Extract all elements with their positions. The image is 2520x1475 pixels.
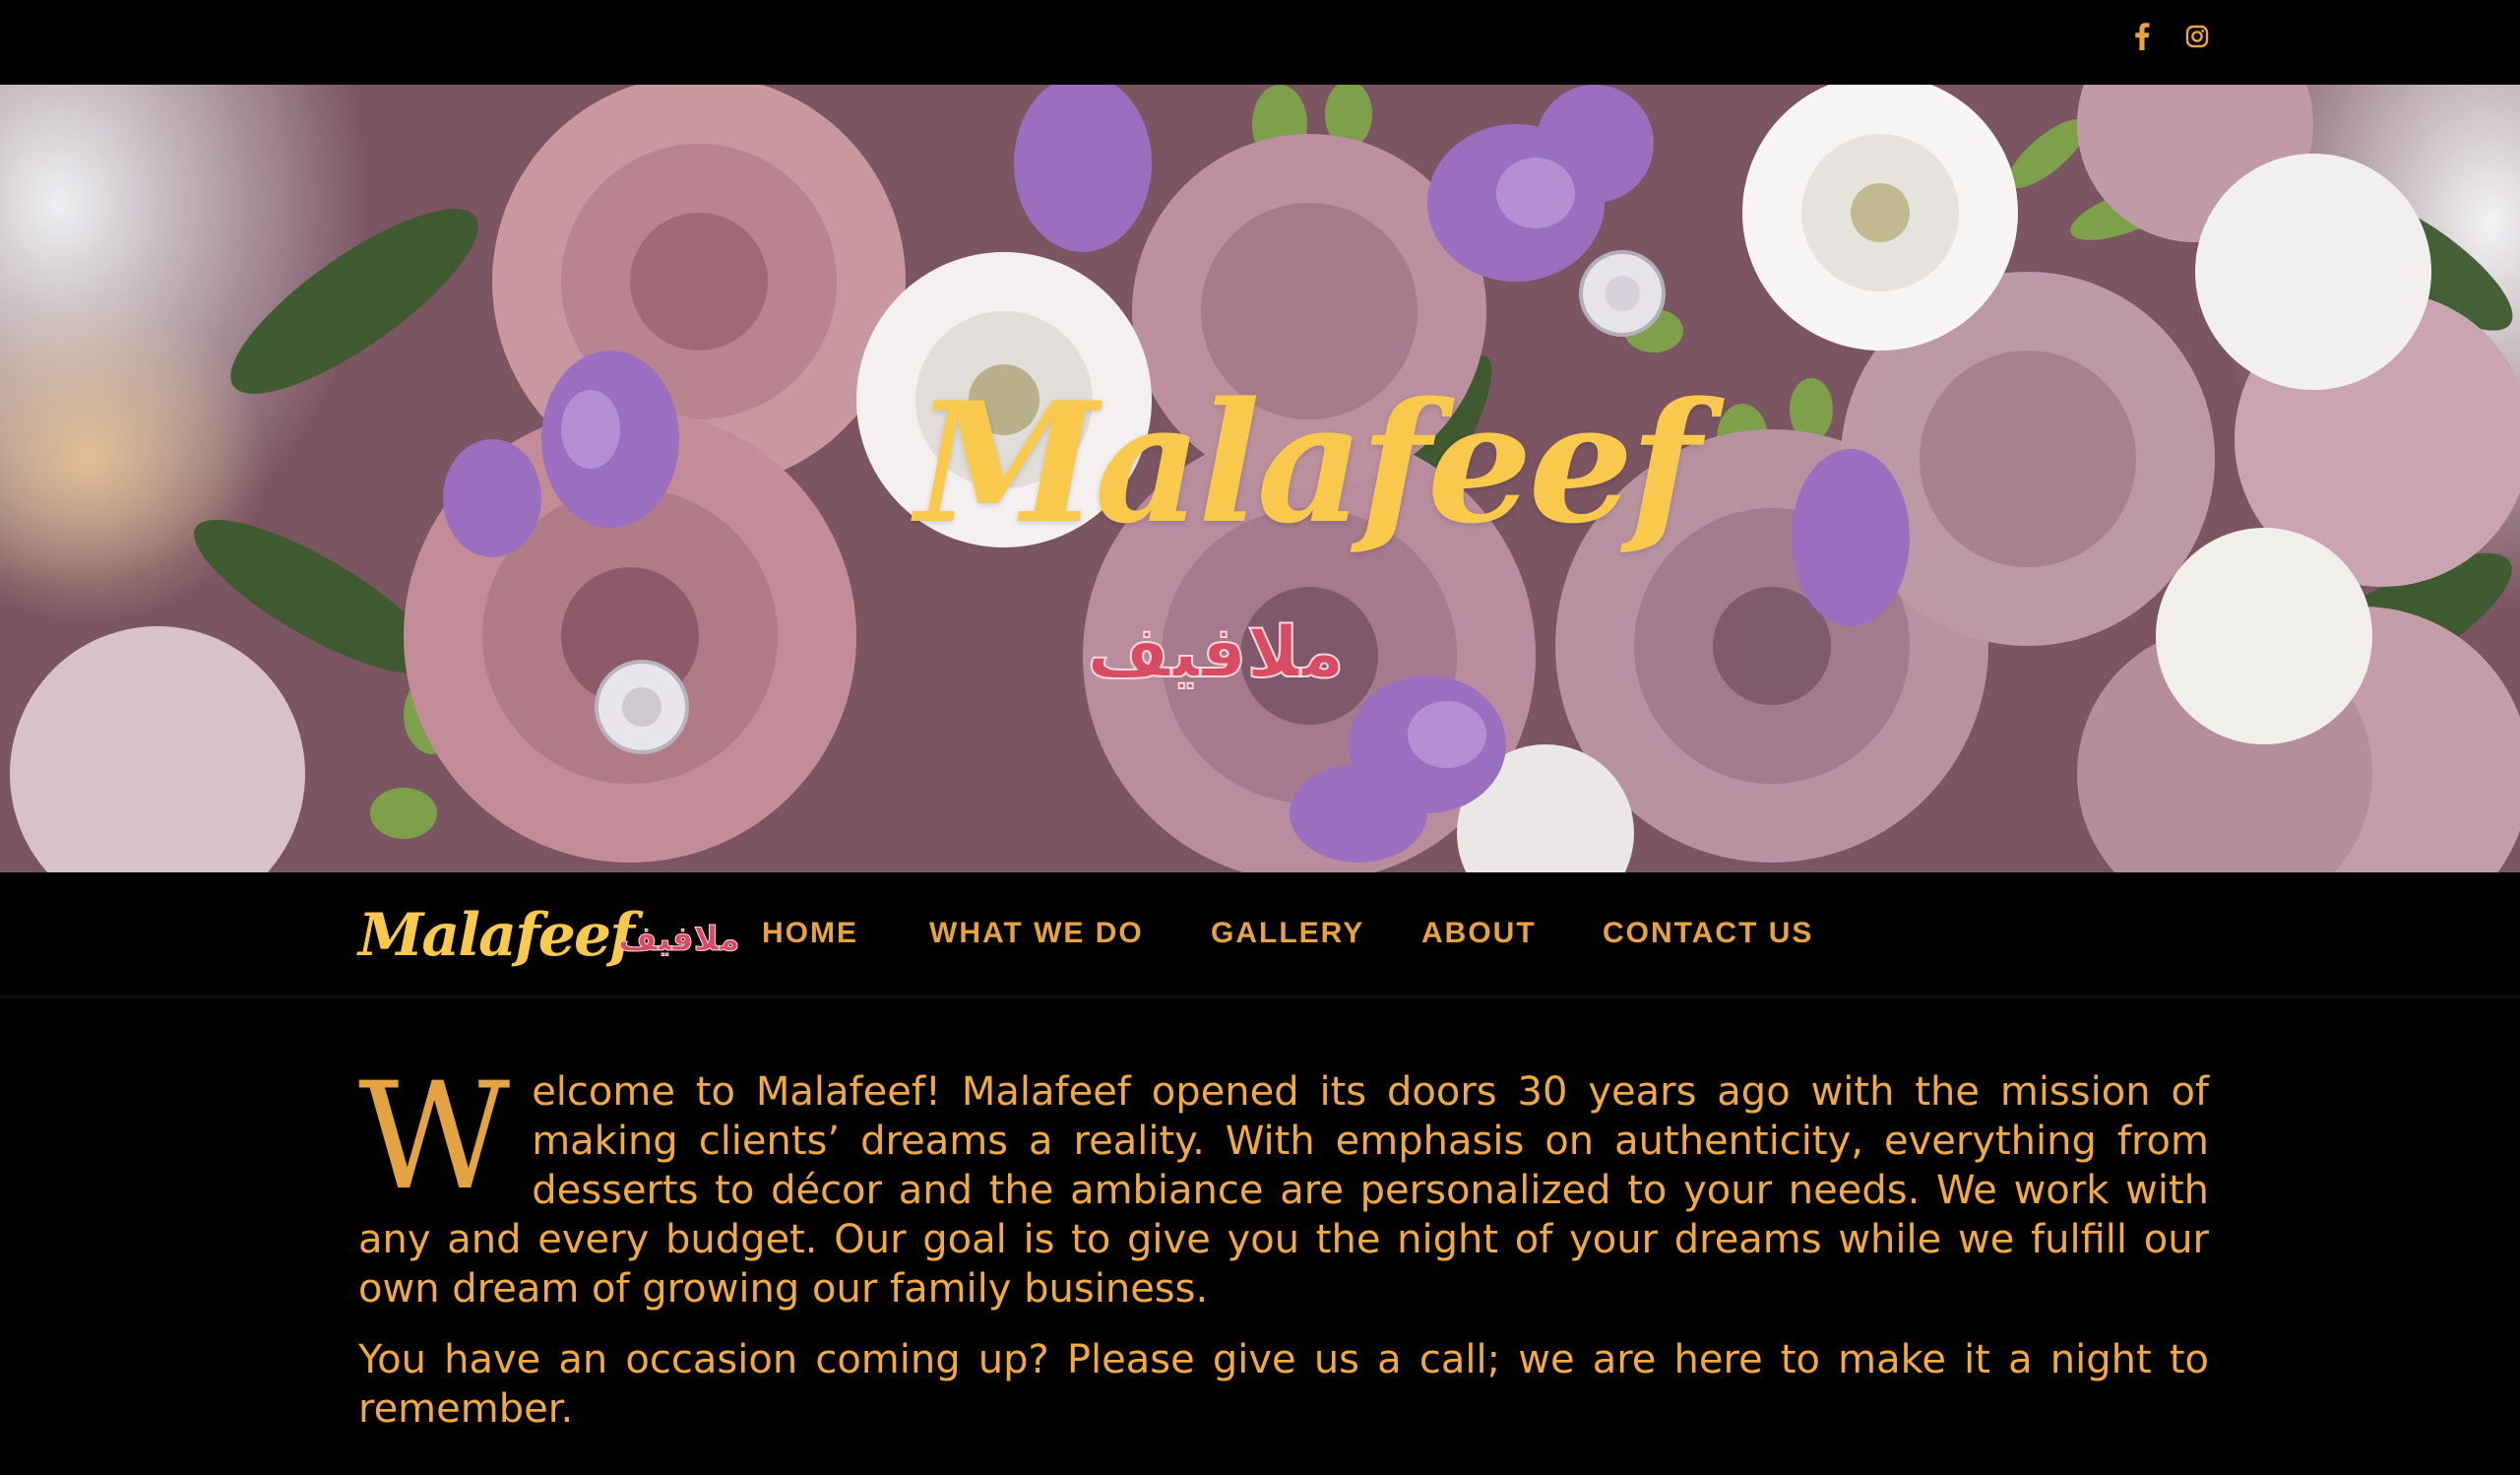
hero-logo-title: Malafeef: [915, 365, 1701, 560]
facebook-link[interactable]: [2125, 20, 2159, 53]
nav-what-we-do[interactable]: WHAT WE DO: [929, 914, 1144, 953]
nav-gallery[interactable]: GALLERY: [1211, 914, 1364, 953]
nav-logo-arabic[interactable]: ملافيف: [618, 910, 740, 969]
nav-about[interactable]: ABOUT: [1421, 914, 1537, 953]
intro-section: Welcome to Malafeef! Malafeef opened its…: [358, 1052, 2209, 1455]
intro-paragraph-2: You have an occasion coming up? Please g…: [358, 1337, 2209, 1432]
drop-cap: W: [358, 1052, 511, 1223]
nav-home[interactable]: HOME: [762, 914, 858, 953]
instagram-icon: [2185, 25, 2209, 48]
intro-paragraph-1-text: elcome to Malafeef! Malafeef opened its …: [358, 1069, 2209, 1312]
instagram-link[interactable]: [2180, 20, 2214, 53]
hero-logo-arabic: ملافيف: [1086, 610, 1346, 693]
hero-banner: Malafeef ملافيف: [0, 85, 2520, 872]
facebook-icon: [2135, 23, 2150, 50]
main-navigation: Malafeef ملافيف HOME WHAT WE DO GALLERY …: [0, 872, 2520, 998]
top-bar: [0, 0, 2520, 85]
nav-logo[interactable]: Malafeef: [358, 896, 635, 975]
nav-contact-us[interactable]: CONTACT US: [1603, 914, 1813, 953]
intro-paragraph-1: Welcome to Malafeef! Malafeef opened its…: [358, 1052, 2209, 1314]
